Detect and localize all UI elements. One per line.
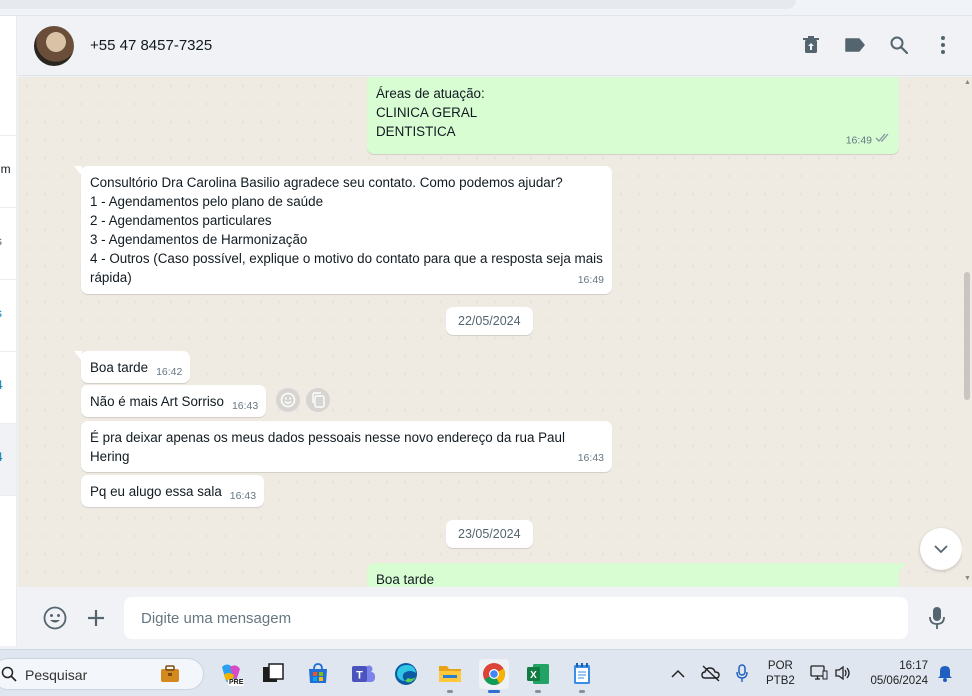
bubble-tail bbox=[74, 351, 82, 361]
message-composer bbox=[18, 587, 972, 649]
message-time: 16:43 bbox=[229, 490, 257, 502]
browser-strip bbox=[0, 0, 972, 16]
scrollbar-thumb[interactable] bbox=[964, 272, 970, 400]
chat-list-item[interactable]: s bbox=[0, 280, 16, 352]
svg-text:X: X bbox=[530, 670, 537, 681]
notepad-icon[interactable] bbox=[567, 659, 597, 693]
copilot-icon[interactable]: PRE bbox=[216, 659, 246, 689]
notification-bell-icon[interactable] bbox=[937, 664, 953, 687]
chevron-down-icon bbox=[934, 544, 948, 553]
react-emoji-button[interactable] bbox=[276, 388, 300, 412]
date-separator: 23/05/2024 bbox=[446, 520, 533, 548]
message-text: Não é mais Art Sorriso bbox=[90, 394, 224, 409]
copy-icon[interactable] bbox=[306, 388, 330, 412]
taskbar-search[interactable]: Pesquisar bbox=[0, 658, 204, 690]
search-icon[interactable] bbox=[888, 34, 910, 56]
message-incoming[interactable]: Consultório Dra Carolina Basilio agradec… bbox=[74, 166, 612, 294]
scroll-up-arrow-icon[interactable]: ▲ bbox=[964, 79, 971, 86]
search-icon bbox=[1, 666, 17, 682]
chrome-icon[interactable] bbox=[479, 659, 509, 693]
message-time: 16:43 bbox=[577, 452, 604, 464]
keyboard-language[interactable]: POR PTB2 bbox=[766, 659, 795, 689]
message-scrollbar[interactable]: ▲ ▼ bbox=[962, 77, 972, 587]
label-icon[interactable] bbox=[844, 34, 866, 56]
running-indicator bbox=[488, 690, 500, 693]
bubble-tail bbox=[898, 563, 906, 573]
menu-dots-icon[interactable] bbox=[932, 34, 954, 56]
running-indicator bbox=[535, 690, 541, 693]
running-indicator bbox=[447, 690, 453, 693]
chat-list-item[interactable]: r bbox=[0, 64, 16, 136]
microphone-tray-icon[interactable] bbox=[736, 664, 748, 688]
message-incoming[interactable]: Não é mais Art Sorriso 16:43 bbox=[81, 385, 267, 417]
teams-icon[interactable]: T bbox=[348, 659, 378, 689]
system-clock[interactable]: 16:17 05/06/2024 bbox=[862, 659, 928, 689]
copilot-pre-badge: PRE bbox=[228, 679, 245, 686]
chat-list-item[interactable]: im bbox=[0, 136, 16, 208]
message-hover-actions bbox=[276, 388, 330, 412]
message-incoming[interactable]: Pq eu alugo essa sala 16:43 bbox=[81, 475, 265, 507]
date-separator: 22/05/2024 bbox=[446, 307, 533, 335]
scroll-down-arrow-icon[interactable]: ▼ bbox=[964, 575, 971, 582]
message-time: 16:49 bbox=[846, 131, 891, 150]
network-icon[interactable] bbox=[810, 665, 828, 686]
windows-taskbar: Pesquisar PRE T X POR PTB2 16:17 05/06/2… bbox=[0, 649, 972, 696]
read-ticks-icon bbox=[875, 131, 891, 150]
excel-icon[interactable]: X bbox=[523, 659, 553, 693]
message-time: 16:49 bbox=[577, 274, 604, 286]
message-text: Boa tarde bbox=[376, 572, 435, 587]
contact-name[interactable]: +55 47 8457-7325 bbox=[90, 37, 212, 54]
message-time: 16:42 bbox=[156, 366, 183, 378]
message-incoming[interactable]: Boa tarde 16:42 bbox=[74, 351, 191, 383]
microphone-icon[interactable] bbox=[924, 605, 950, 631]
volume-icon[interactable] bbox=[834, 665, 852, 686]
chat-list-item[interactable]: 4 bbox=[0, 352, 16, 424]
task-view-icon[interactable] bbox=[258, 659, 288, 689]
taskbar-search-label: Pesquisar bbox=[25, 667, 88, 683]
message-time: 16:43 bbox=[231, 400, 259, 412]
message-text: É pra deixar apenas os meus dados pessoa… bbox=[90, 430, 565, 464]
archive-icon[interactable] bbox=[800, 34, 822, 56]
contact-avatar[interactable] bbox=[34, 26, 74, 66]
header-actions bbox=[800, 34, 954, 56]
message-text: Boa tarde bbox=[90, 360, 149, 375]
message-outgoing[interactable]: Boa tarde bbox=[367, 563, 906, 587]
onedrive-offline-icon[interactable] bbox=[701, 664, 721, 687]
message-outgoing[interactable]: Áreas de atuação: CLINICA GERAL DENTISTI… bbox=[367, 77, 899, 154]
chat-header: +55 47 8457-7325 bbox=[18, 16, 972, 76]
message-pane[interactable]: Áreas de atuação: CLINICA GERAL DENTISTI… bbox=[18, 77, 962, 587]
chevron-up-icon[interactable] bbox=[671, 666, 685, 684]
address-bar-edge bbox=[0, 0, 796, 9]
svg-text:T: T bbox=[356, 670, 363, 682]
briefcase-icon bbox=[161, 665, 179, 682]
scroll-to-bottom-button[interactable] bbox=[920, 528, 962, 570]
bubble-tail bbox=[74, 166, 82, 176]
store-icon[interactable] bbox=[303, 659, 333, 689]
chat-list-item[interactable]: s bbox=[0, 208, 16, 280]
attach-plus-icon[interactable] bbox=[83, 605, 109, 631]
chat-list-fragment: r im s s 4 4 bbox=[0, 16, 17, 646]
running-indicator bbox=[579, 690, 585, 693]
emoji-icon[interactable] bbox=[42, 605, 68, 631]
message-text: Pq eu alugo essa sala bbox=[90, 484, 222, 499]
chat-list-item-active[interactable]: 4 bbox=[0, 424, 16, 496]
message-incoming[interactable]: É pra deixar apenas os meus dados pessoa… bbox=[81, 421, 612, 472]
message-text: Consultório Dra Carolina Basilio agradec… bbox=[90, 175, 603, 285]
edge-icon[interactable] bbox=[391, 659, 421, 689]
message-input[interactable] bbox=[124, 597, 908, 639]
message-text: Áreas de atuação: CLINICA GERAL DENTISTI… bbox=[376, 86, 485, 139]
file-explorer-icon[interactable] bbox=[435, 659, 465, 693]
